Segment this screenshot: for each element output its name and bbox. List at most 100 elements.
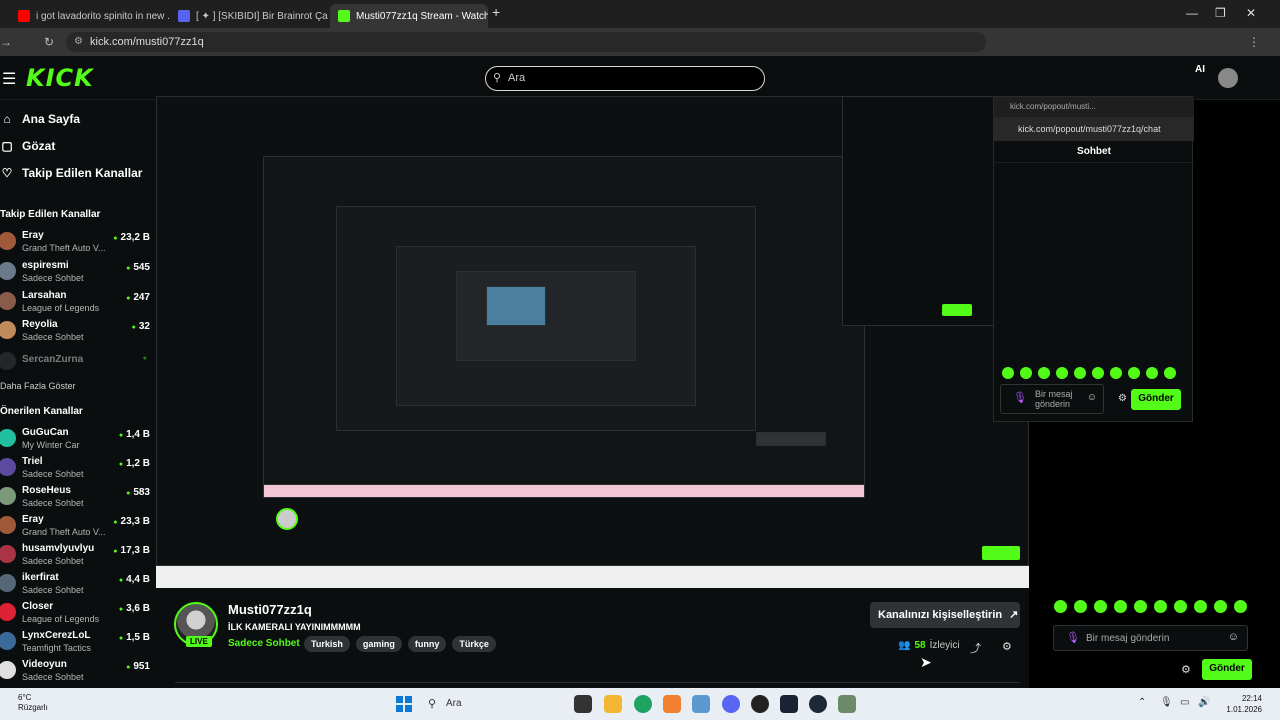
channel-item[interactable]: Triel Sadece Sohbet 1,2 B [0, 454, 150, 482]
steam-icon[interactable] [809, 695, 827, 713]
emoji-icon[interactable]: ☺ [1228, 631, 1239, 643]
user-avatar[interactable] [1218, 68, 1238, 88]
tag[interactable]: Türkçe [452, 636, 496, 652]
url-field[interactable]: ⚙ kick.com/musti077zz1q [66, 32, 986, 52]
emoji-icon[interactable]: ☺ [1087, 393, 1097, 403]
file-explorer-icon[interactable] [604, 695, 622, 713]
channel-item[interactable]: Larsahan League of Legends 247 [0, 288, 150, 316]
channel-item[interactable]: husamvlyuvlyu Sadece Sohbet 17,3 B [0, 541, 150, 569]
emote-icon[interactable] [1114, 600, 1127, 613]
tab-title: [ ✦ ] [SKIBIDI] Bir Brainrot Çal ... [196, 10, 328, 22]
channel-item[interactable]: GuGuCan My Winter Car 1,4 B [0, 425, 150, 453]
emote-icon[interactable] [1054, 600, 1067, 613]
discord-icon [178, 10, 190, 22]
channel-item[interactable]: Eray Grand Theft Auto V... 23,2 B [0, 228, 150, 256]
chrome-icon[interactable] [634, 695, 652, 713]
obs-icon[interactable] [780, 695, 798, 713]
emote-icon[interactable] [1056, 367, 1068, 379]
network-icon[interactable]: ▭ [1180, 697, 1189, 708]
emote-icon[interactable] [1038, 367, 1050, 379]
microphone-tray-icon[interactable]: 🎙 [1160, 697, 1173, 708]
emote-icon[interactable] [1094, 600, 1107, 613]
search-placeholder: Ara [508, 72, 526, 84]
emote-icon[interactable] [1164, 367, 1176, 379]
channel-name: Closer [22, 601, 54, 612]
tray-chevron-icon[interactable]: ⌃ [1138, 697, 1146, 708]
emote-icon[interactable] [1174, 600, 1187, 613]
browser-tab-youtube[interactable]: i got lavadorito spinito in new ... ✕ [10, 4, 170, 28]
tag[interactable]: funny [407, 636, 447, 652]
tag[interactable]: gaming [355, 636, 402, 652]
taskbar-search[interactable]: ⚲ Ara [422, 693, 562, 715]
sidebar-item-browse[interactable]: ▢ Gözat [0, 135, 55, 157]
maximize-icon[interactable]: ❐ [1215, 6, 1226, 20]
emote-icon[interactable] [1092, 367, 1104, 379]
emote-icon[interactable] [1234, 600, 1247, 613]
emote-icon[interactable] [1074, 367, 1086, 379]
browser-tab-kick[interactable]: Musti077zz1q Stream - Watch ... ✕ [330, 4, 488, 28]
share-icon[interactable]: ⤴ [970, 640, 981, 656]
clock[interactable]: 22:14 1.01.2026 [1222, 693, 1262, 715]
channel-item[interactable]: Reyolia Sadece Sohbet 32 [0, 317, 150, 345]
discord-icon[interactable] [722, 695, 740, 713]
sidebar-item-home[interactable]: ⌂ Ana Sayfa [0, 108, 80, 130]
app-icon[interactable] [663, 695, 681, 713]
avatar [0, 429, 16, 447]
video-player[interactable] [156, 96, 1029, 588]
channel-item[interactable]: ikerfirat Sadece Sohbet 4,4 B [0, 570, 150, 598]
task-view-icon[interactable] [574, 695, 592, 713]
weather-widget[interactable]: 6°C Rüzgarlı [18, 693, 48, 713]
emote-icon[interactable] [1194, 600, 1207, 613]
emote-icon[interactable] [1020, 367, 1032, 379]
emote-icon[interactable] [1002, 367, 1014, 379]
app-icon[interactable] [751, 695, 769, 713]
site-info-icon[interactable]: ⚙ [74, 36, 83, 47]
ai-label[interactable]: AI [1195, 64, 1205, 75]
minimize-icon[interactable]: — [1186, 6, 1198, 20]
channel-item[interactable]: Videoyun Sadece Sohbet 951 [0, 657, 150, 685]
channel-item[interactable]: Closer League of Legends 3,6 B [0, 599, 150, 627]
windows-start-icon[interactable] [396, 696, 412, 712]
settings-app-icon[interactable] [692, 695, 710, 713]
app-icon[interactable] [838, 695, 856, 713]
popout-url-bar[interactable]: kick.com/popout/musti077zz1q/chat [994, 117, 1194, 141]
emote-icon[interactable] [1128, 367, 1140, 379]
back-arrow-icon[interactable]: → [0, 35, 12, 49]
emote-icon[interactable] [1154, 600, 1167, 613]
channel-item-offline[interactable]: SercanZurna [0, 348, 150, 376]
chat-input[interactable]: 🎙 Bir mesaj gönderin ☺ [1053, 625, 1248, 651]
show-more-link[interactable]: Daha Fazla Göster [0, 381, 76, 391]
sidebar-item-following[interactable]: ♡ Takip Edilen Kanallar [0, 162, 143, 184]
customize-channel-button[interactable]: Kanalınızı kişiselleştirin ↗ [870, 602, 1020, 628]
channel-item[interactable]: Eray Grand Theft Auto V... 23,3 B [0, 512, 150, 540]
browser-tab-discord[interactable]: [ ✦ ] [SKIBIDI] Bir Brainrot Çal ... ✕ [170, 4, 328, 28]
viewer-label: İzleyici [929, 640, 960, 651]
emote-icon[interactable] [1214, 600, 1227, 613]
close-window-icon[interactable]: ✕ [1246, 6, 1256, 20]
send-button[interactable]: Gönder [1202, 659, 1252, 680]
emote-icon[interactable] [1134, 600, 1147, 613]
channel-item[interactable]: RoseHeus Sadece Sohbet 583 [0, 483, 150, 511]
kick-logo[interactable]: KICK [26, 64, 94, 92]
stream-category[interactable]: Sadece Sohbet [228, 638, 300, 649]
channel-title[interactable]: Musti077zz1q [228, 602, 312, 617]
popout-chat-input[interactable]: 🎙 Bir mesaj gönderin ☺ [1000, 384, 1104, 414]
chat-settings-icon[interactable]: ⚙ [1118, 393, 1127, 404]
sidebar-item-label: Takip Edilen Kanallar [22, 166, 143, 180]
new-tab-icon[interactable]: + [492, 4, 500, 20]
user-settings-icon[interactable]: ⚙ [1002, 640, 1012, 653]
emote-icon[interactable] [1146, 367, 1158, 379]
viewer-count: 3,6 B [119, 603, 150, 614]
channel-item[interactable]: LynxCerezLoL Teamfight Tactics 1,5 B [0, 628, 150, 656]
tag[interactable]: Turkish [304, 636, 350, 652]
emote-icon[interactable] [1110, 367, 1122, 379]
menu-dots-icon[interactable]: ⋮ [1248, 35, 1260, 49]
chat-settings-icon[interactable]: ⚙ [1181, 663, 1191, 676]
reload-icon[interactable]: ↻ [44, 35, 54, 49]
channel-item[interactable]: espiresmi Sadece Sohbet 545 [0, 258, 150, 286]
popout-send-button[interactable]: Gönder [1131, 389, 1181, 410]
volume-icon[interactable]: 🔊 [1198, 697, 1210, 708]
search-input[interactable]: ⚲ Ara [485, 66, 765, 91]
emote-icon[interactable] [1074, 600, 1087, 613]
hamburger-menu-icon[interactable]: ☰ [2, 69, 16, 89]
